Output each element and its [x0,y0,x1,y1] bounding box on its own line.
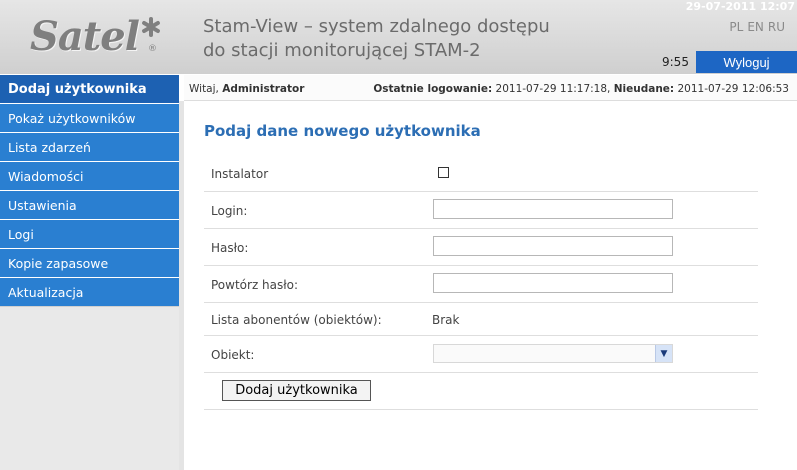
sidebar-item-messages[interactable]: Wiadomości [0,162,179,191]
content-left-border [179,101,184,470]
sidebar-divider [0,306,179,307]
sidebar-item-show-users[interactable]: Pokaż użytkowników [0,104,179,133]
installer-checkbox-wrap [438,167,449,178]
lang-ru-link[interactable]: RU [768,20,785,34]
registered-mark: ® [148,44,157,54]
password-label: Hasło: [211,241,249,255]
form-row-repeat-password: Powtórz hasło: [204,266,758,303]
sidebar-item-add-user[interactable]: Dodaj użytkownika [0,75,179,104]
login-input[interactable] [433,199,673,219]
session-clock: 9:55 [662,55,689,69]
greeting: Witaj, Administrator [189,83,304,95]
repeat-password-label: Powtórz hasło: [211,278,299,292]
current-date: 29-07-2011 12:07 [685,0,795,13]
repeat-password-input[interactable] [433,273,673,293]
last-login-label: Ostatnie logowanie: [373,83,493,95]
app-title-line-1: Stam-View – system zdalnego dostępu [203,16,550,37]
satel-logo: Satel [30,12,161,60]
sidebar-item-update[interactable]: Aktualizacja [0,278,179,307]
status-bar: Witaj, Administrator Ostatnie logowanie:… [184,75,797,101]
header: Satel ® Stam-View – system zdalnego dost… [0,0,797,74]
login-label: Login: [211,204,248,218]
login-input-wrap [433,199,673,219]
logout-button[interactable]: Wyloguj [696,51,797,73]
object-select-wrap: ▼ [433,344,673,363]
app-title: Stam-View – system zdalnego dostępu do s… [203,15,550,63]
logo-text: Satel [30,12,140,60]
sidebar-item-settings[interactable]: Ustawienia [0,191,179,220]
greeting-text: Witaj, [189,83,219,95]
installer-label: Instalator [211,167,269,181]
sidebar-item-backups[interactable]: Kopie zapasowe [0,249,179,278]
lang-en-link[interactable]: EN [747,20,764,34]
password-input[interactable] [433,236,673,256]
asterisk-logo-icon [141,17,161,37]
form-row-password: Hasło: [204,229,758,266]
form-row-login: Login: [204,192,758,229]
current-user: Administrator [222,83,305,95]
object-label: Obiekt: [211,348,255,362]
failed-login-value: 2011-07-29 12:06:53 [677,83,789,95]
language-switcher: PL EN RU [729,20,785,34]
last-login-value: 2011-07-29 11:17:18, [495,83,611,95]
form-row-object: Obiekt: ▼ [204,336,758,373]
subscribers-value: Brak [432,313,460,327]
sidebar-item-logs[interactable]: Logi [0,220,179,249]
sidebar-filler [0,306,184,470]
repeat-password-input-wrap [433,273,673,293]
password-input-wrap [433,236,673,256]
chevron-down-icon[interactable]: ▼ [655,345,672,362]
app-title-line-2: do stacji monitorującej STAM-2 [203,40,481,61]
form-row-subscribers: Lista abonentów (obiektów): Brak [204,303,758,336]
sidebar-nav: Dodaj użytkownika Pokaż użytkowników Lis… [0,75,179,307]
page-title: Podaj dane nowego użytkownika [204,122,481,140]
form-row-installer: Instalator [204,156,758,192]
installer-checkbox[interactable] [438,167,449,178]
subscribers-label: Lista abonentów (obiektów): [211,313,382,327]
add-user-submit-button[interactable]: Dodaj użytkownika [222,380,371,401]
sidebar-item-event-list[interactable]: Lista zdarzeń [0,133,179,162]
object-select[interactable]: ▼ [433,344,673,363]
form-bottom-divider [204,409,758,410]
lang-pl-link[interactable]: PL [729,20,743,34]
failed-login-label: Nieudane: [613,83,675,95]
login-info: Ostatnie logowanie: 2011-07-29 11:17:18,… [373,83,789,95]
add-user-form: Instalator Login: Hasło: Powtórz hasło: … [204,156,758,373]
